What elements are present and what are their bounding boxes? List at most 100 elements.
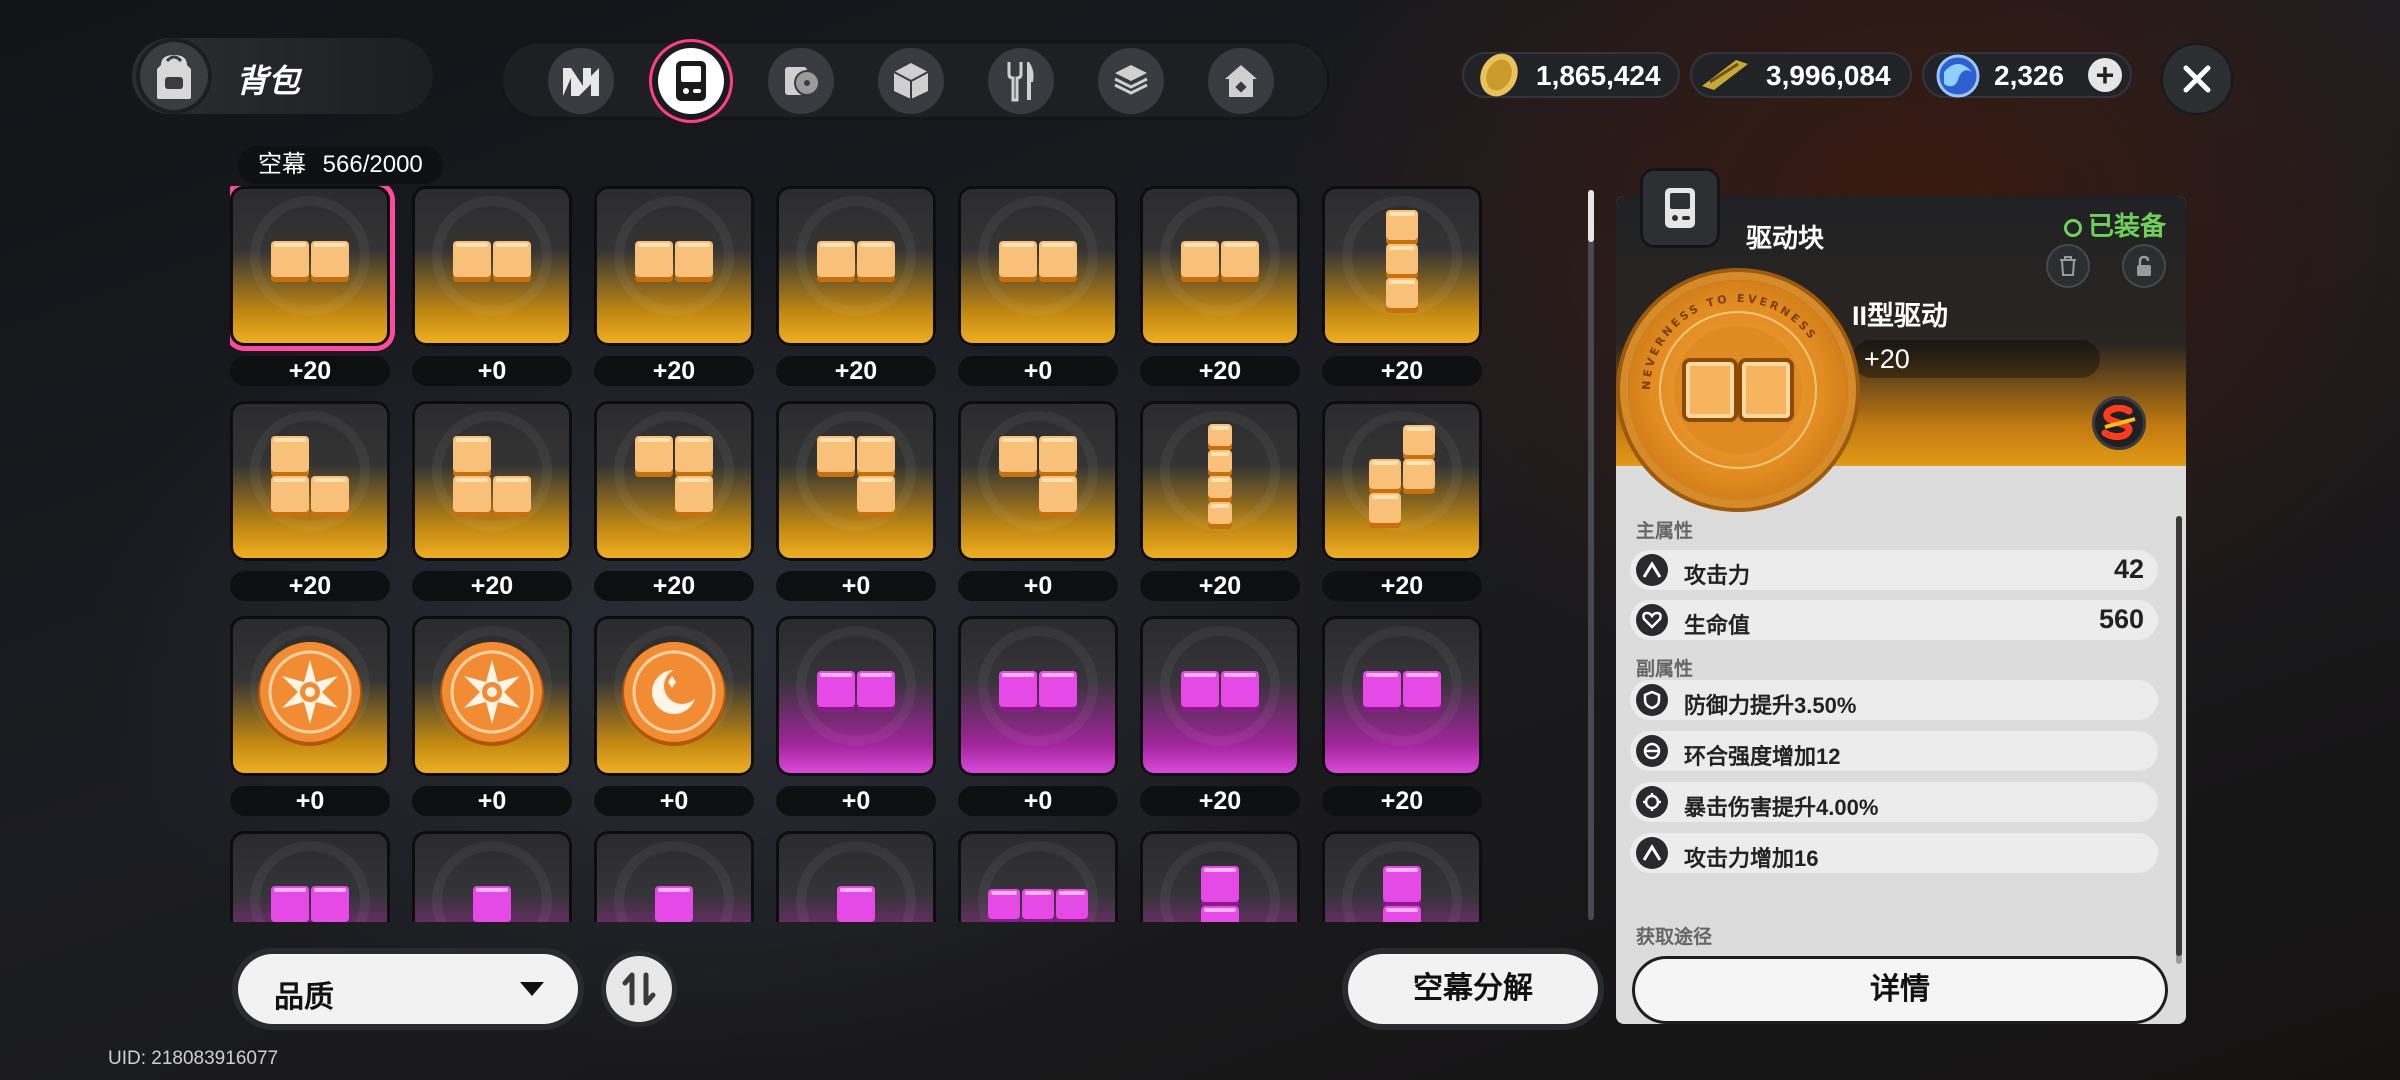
backpack-icon: [136, 38, 212, 114]
drive-slot[interactable]: [230, 186, 390, 346]
drive-slot[interactable]: [412, 186, 572, 346]
quality-filter-dropdown[interactable]: 品质: [238, 954, 578, 1024]
sub-stat-row: 防御力提升3.50%: [1630, 680, 2158, 720]
discard-button[interactable]: [2046, 244, 2090, 288]
stat-name: 环合强度增加12: [1684, 744, 1841, 769]
cube-icon: [893, 63, 929, 99]
slot-level: +0: [958, 571, 1118, 601]
drive-block-icon: [271, 436, 349, 517]
shield-icon: [1636, 684, 1668, 716]
drive-slot[interactable]: [412, 616, 572, 776]
drive-block-icon: [1181, 241, 1259, 282]
detail-scroll-thumb[interactable]: [2176, 516, 2182, 956]
drive-block-icon: [473, 886, 511, 922]
tab-n-logo[interactable]: [548, 48, 614, 114]
drive-slot[interactable]: [594, 186, 754, 346]
drive-slot[interactable]: [958, 616, 1118, 776]
uid-label: UID: 218083916077: [108, 1048, 279, 1069]
sort-order-button[interactable]: [606, 956, 672, 1022]
main-stat-row: 生命值 560: [1630, 600, 2158, 640]
tab-disc[interactable]: [768, 48, 834, 114]
attack-icon: [1636, 554, 1668, 586]
drive-slot[interactable]: [594, 616, 754, 776]
drive-slot[interactable]: [776, 186, 936, 346]
grid-scrollbar[interactable]: [1588, 190, 1594, 920]
drive-slot[interactable]: [412, 831, 572, 922]
drive-slot[interactable]: [412, 401, 572, 561]
tab-drive-discs[interactable]: [658, 48, 724, 114]
sub-stat-row: 攻击力增加16: [1630, 833, 2158, 873]
inventory-grid: +20 +0 +20 +20 +0 +20 +20 +20 +20 +20 +0…: [230, 186, 1500, 922]
drive-slot[interactable]: [1322, 401, 1482, 561]
item-category: 驱动块: [1746, 223, 1825, 253]
drive-block-icon: [999, 436, 1077, 517]
sun-disc-icon: [440, 642, 544, 746]
drive-slot[interactable]: [1322, 616, 1482, 776]
drive-slot[interactable]: [594, 831, 754, 922]
drive-slot[interactable]: [1140, 401, 1300, 561]
drive-slot[interactable]: [776, 831, 936, 922]
add-currency-button[interactable]: +: [2088, 58, 2122, 92]
category-tabs: [500, 40, 1330, 120]
drive-slot[interactable]: [958, 831, 1118, 922]
currency-coin: 1,865,424: [1462, 52, 1680, 98]
house-icon: [1225, 65, 1257, 97]
equipped-status: 已装备: [2064, 206, 2166, 243]
slot-level: +0: [958, 786, 1118, 816]
stat-name: 攻击力: [1684, 563, 1751, 588]
drive-block-icon: [817, 241, 895, 282]
drive-slot[interactable]: [594, 401, 754, 561]
tab-home[interactable]: [1208, 48, 1274, 114]
detail-scrollbar[interactable]: [2176, 516, 2182, 964]
slot-level: +20: [1322, 571, 1482, 601]
drive-block-icon: [635, 436, 713, 517]
drive-slot[interactable]: [1322, 831, 1482, 922]
drive-slot[interactable]: [1140, 616, 1300, 776]
drive-slot[interactable]: [776, 401, 936, 561]
coin-icon: [1480, 53, 1518, 97]
polychrome-icon: [1936, 54, 1980, 98]
close-button[interactable]: [2160, 42, 2234, 116]
item-name: II型驱动: [1852, 301, 1949, 331]
tab-food[interactable]: [988, 48, 1054, 114]
stat-name: 攻击力增加16: [1684, 846, 1819, 871]
drive-slot[interactable]: [1140, 186, 1300, 346]
slot-level: +20: [1140, 356, 1300, 386]
drive-block-icon: [1208, 424, 1232, 529]
stat-value: 42: [2113, 554, 2144, 584]
heart-icon: [1636, 604, 1668, 636]
drive-slot[interactable]: [230, 401, 390, 561]
sub-stat-row: 环合强度增加12: [1630, 731, 2158, 771]
decompose-button[interactable]: 空幕分解: [1348, 954, 1598, 1024]
slot-level: +20: [230, 571, 390, 601]
drive-slot[interactable]: [230, 616, 390, 776]
slot-level: +0: [230, 786, 390, 816]
tab-cube[interactable]: [878, 48, 944, 114]
slot-level: +20: [1322, 786, 1482, 816]
lock-icon: [2137, 255, 2151, 276]
drive-slot[interactable]: [1140, 831, 1300, 922]
handheld-device-icon: [1665, 188, 1695, 228]
sort-arrows-icon: [622, 972, 656, 1006]
drive-block-icon: [1201, 866, 1239, 922]
drive-slot[interactable]: [776, 616, 936, 776]
grid-scroll-thumb[interactable]: [1588, 190, 1594, 242]
rank-badge: [2092, 396, 2146, 450]
drive-slot[interactable]: [230, 831, 390, 922]
stat-value: 560: [2098, 604, 2144, 634]
stat-name: 防御力提升3.50%: [1684, 693, 1857, 718]
sub-stats-header: 副属性: [1636, 659, 1694, 680]
ticket-icon: [1702, 60, 1748, 90]
details-button[interactable]: 详情: [1632, 956, 2168, 1024]
drive-block-icon: [817, 436, 895, 517]
drive-slot[interactable]: [1322, 186, 1482, 346]
lock-button[interactable]: [2122, 244, 2166, 288]
drive-slot[interactable]: [958, 186, 1118, 346]
drive-slot[interactable]: [958, 401, 1118, 561]
trash-icon: [2060, 256, 2076, 276]
equipped-dot-icon: [2064, 219, 2082, 238]
slot-level: +20: [412, 571, 572, 601]
fork-knife-icon: [1007, 62, 1034, 102]
tab-materials[interactable]: [1098, 48, 1164, 114]
source-header: 获取途径: [1636, 927, 1713, 948]
